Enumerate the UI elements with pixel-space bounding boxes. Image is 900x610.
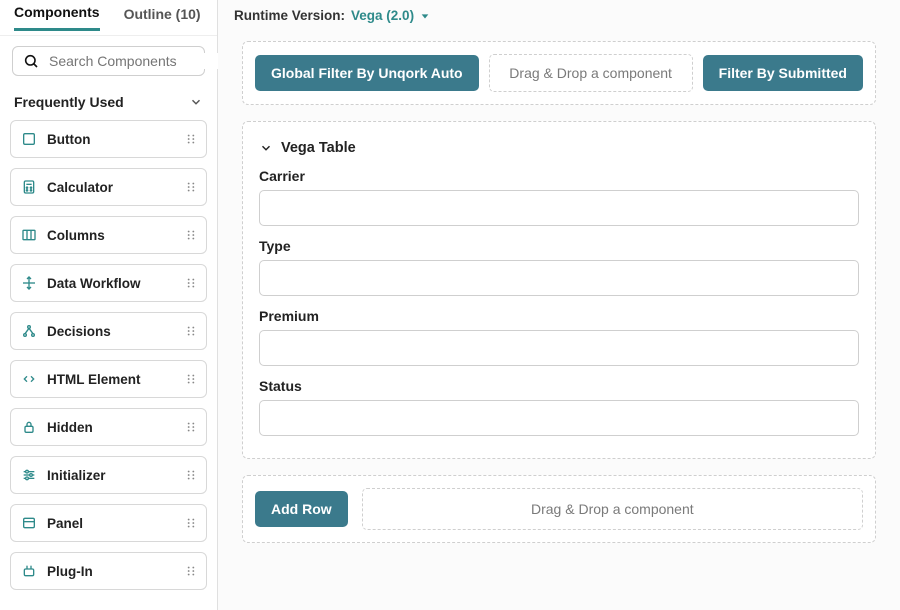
component-label: Plug-In (47, 564, 93, 579)
component-list: Button Calculator Columns Data Workflow (0, 120, 217, 610)
sidebar: Components Outline (10) Frequently Used … (0, 0, 218, 610)
component-label: Button (47, 132, 90, 147)
component-label: Hidden (47, 420, 93, 435)
dropdown-caret-icon[interactable] (420, 11, 430, 21)
component-data-workflow[interactable]: Data Workflow (10, 264, 207, 302)
drag-handle-icon[interactable] (184, 564, 198, 578)
decisions-icon (21, 323, 37, 339)
drag-handle-icon[interactable] (184, 180, 198, 194)
component-button[interactable]: Button (10, 120, 207, 158)
component-initializer[interactable]: Initializer (10, 456, 207, 494)
filter-row: Global Filter By Unqork Auto Drag & Drop… (242, 41, 876, 105)
search-icon (23, 53, 39, 69)
field-status: Status (255, 376, 863, 446)
main: Runtime Version: Vega (2.0) Global Filte… (218, 0, 900, 610)
chevron-down-icon (259, 141, 273, 155)
square-icon (21, 131, 37, 147)
global-filter-button[interactable]: Global Filter By Unqork Auto (255, 55, 479, 91)
component-label: HTML Element (47, 372, 141, 387)
drop-zone-top[interactable]: Drag & Drop a component (489, 54, 693, 92)
search-wrap (0, 36, 217, 86)
component-columns[interactable]: Columns (10, 216, 207, 254)
status-input[interactable] (259, 400, 859, 436)
field-label: Premium (259, 308, 859, 324)
premium-input[interactable] (259, 330, 859, 366)
component-panel[interactable]: Panel (10, 504, 207, 542)
field-carrier: Carrier (255, 166, 863, 236)
component-decisions[interactable]: Decisions (10, 312, 207, 350)
tab-outline[interactable]: Outline (10) (124, 6, 201, 30)
component-hidden[interactable]: Hidden (10, 408, 207, 446)
chevron-down-icon (189, 95, 203, 109)
search-box[interactable] (12, 46, 205, 76)
field-label: Status (259, 378, 859, 394)
workflow-icon (21, 275, 37, 291)
component-label: Calculator (47, 180, 113, 195)
sliders-icon (21, 467, 37, 483)
drag-handle-icon[interactable] (184, 324, 198, 338)
component-plugin[interactable]: Plug-In (10, 552, 207, 590)
drag-handle-icon[interactable] (184, 372, 198, 386)
drag-handle-icon[interactable] (184, 228, 198, 242)
component-label: Panel (47, 516, 83, 531)
carrier-input[interactable] (259, 190, 859, 226)
vega-table-title: Vega Table (281, 140, 356, 156)
add-row-button[interactable]: Add Row (255, 491, 348, 527)
vega-table-card: Vega Table Carrier Type Premium Status (242, 121, 876, 459)
sidebar-tabs: Components Outline (10) (0, 0, 217, 36)
code-icon (21, 371, 37, 387)
type-input[interactable] (259, 260, 859, 296)
drag-handle-icon[interactable] (184, 276, 198, 290)
plugin-icon (21, 563, 37, 579)
field-type: Type (255, 236, 863, 306)
tab-components[interactable]: Components (14, 4, 100, 31)
runtime-label: Runtime Version: (234, 8, 345, 23)
runtime-bar: Runtime Version: Vega (2.0) (218, 0, 900, 31)
field-premium: Premium (255, 306, 863, 376)
frequently-used-header[interactable]: Frequently Used (0, 86, 217, 120)
component-label: Decisions (47, 324, 111, 339)
component-label: Columns (47, 228, 105, 243)
lock-icon (21, 419, 37, 435)
bottom-row: Add Row Drag & Drop a component (242, 475, 876, 543)
component-label: Initializer (47, 468, 106, 483)
drag-handle-icon[interactable] (184, 516, 198, 530)
component-label: Data Workflow (47, 276, 141, 291)
drop-zone-bottom[interactable]: Drag & Drop a component (362, 488, 863, 530)
vega-table-header[interactable]: Vega Table (255, 134, 863, 166)
drag-handle-icon[interactable] (184, 132, 198, 146)
drag-handle-icon[interactable] (184, 420, 198, 434)
field-label: Carrier (259, 168, 859, 184)
section-title: Frequently Used (14, 94, 124, 110)
panel-icon (21, 515, 37, 531)
component-calculator[interactable]: Calculator (10, 168, 207, 206)
search-input[interactable] (49, 53, 230, 69)
field-label: Type (259, 238, 859, 254)
calculator-icon (21, 179, 37, 195)
canvas: Global Filter By Unqork Auto Drag & Drop… (218, 31, 900, 610)
runtime-value: Vega (2.0) (351, 8, 414, 23)
drag-handle-icon[interactable] (184, 468, 198, 482)
runtime-dropdown[interactable]: Vega (2.0) (351, 8, 414, 23)
component-html-element[interactable]: HTML Element (10, 360, 207, 398)
columns-icon (21, 227, 37, 243)
filter-by-submitted-button[interactable]: Filter By Submitted (703, 55, 863, 91)
